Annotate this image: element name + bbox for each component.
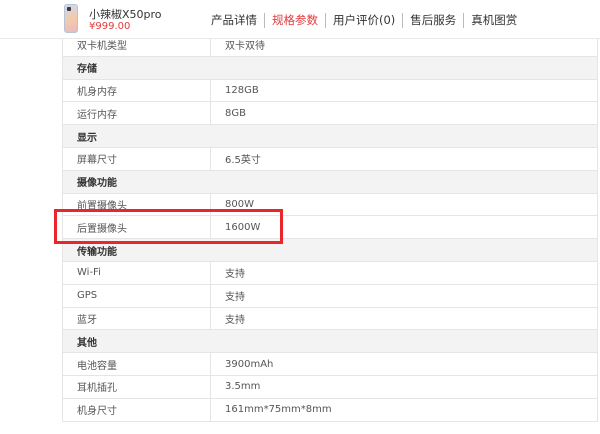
spec-section-title: 摄像功能	[62, 169, 598, 194]
spec-key: 耳机插孔	[62, 374, 211, 399]
spec-key: 运行内存	[62, 101, 211, 126]
spec-key: 蓝牙	[62, 306, 211, 331]
tab-product-details[interactable]: 产品详情	[205, 13, 264, 28]
spec-section-header: 传输功能	[62, 238, 598, 262]
spec-key: 机身内存	[62, 78, 211, 103]
spec-section-title: 存储	[62, 55, 598, 80]
spec-row: 屏幕尺寸 6.5英寸	[62, 146, 598, 171]
tab-real-photos[interactable]: 真机图赏	[463, 12, 524, 28]
spec-value: 3.5mm	[210, 374, 598, 399]
spec-row: Wi-Fi 支持	[62, 260, 598, 285]
spec-value: 128GB	[210, 78, 598, 103]
tab-specifications[interactable]: 规格参数	[264, 12, 325, 28]
spec-row: GPS 支持	[62, 283, 598, 308]
tab-after-sales[interactable]: 售后服务	[402, 12, 463, 28]
spec-key: 前置摄像头	[62, 192, 211, 217]
spec-section-header: 其他	[62, 329, 598, 354]
spec-value: 支持	[210, 283, 598, 308]
spec-key: 机身尺寸	[62, 397, 211, 422]
product-thumbnail[interactable]	[64, 4, 78, 33]
spec-section-header: 存储	[62, 55, 598, 80]
product-header: 小辣椒X50pro ¥999.00 产品详情 规格参数 用户评价(0) 售后服务…	[0, 0, 600, 39]
spec-value: 800W	[210, 192, 598, 217]
spec-section-header: 显示	[62, 124, 598, 148]
spec-value: 支持	[210, 260, 598, 285]
spec-row: 蓝牙 支持	[62, 306, 598, 331]
spec-key: GPS	[62, 283, 211, 308]
spec-value: 6.5英寸	[210, 146, 598, 171]
spec-key: 屏幕尺寸	[62, 146, 211, 171]
spec-row: 前置摄像头 800W	[62, 192, 598, 217]
spec-row: 机身尺寸 161mm*75mm*8mm	[62, 397, 598, 422]
spec-table: 双卡机类型 双卡双待 存储 机身内存 128GB 运行内存 8GB 显示 屏幕尺寸 6.5英寸 摄像…	[62, 33, 598, 422]
spec-value: 161mm*75mm*8mm	[210, 397, 598, 422]
spec-key: 电池容量	[62, 352, 211, 376]
spec-value: 8GB	[210, 101, 598, 126]
product-nav-tabs: 产品详情 规格参数 用户评价(0) 售后服务 真机图赏	[205, 12, 524, 28]
product-name[interactable]: 小辣椒X50pro	[89, 6, 162, 22]
spec-value: 支持	[210, 306, 598, 331]
spec-key: 后置摄像头	[62, 215, 211, 240]
spec-row: 耳机插孔 3.5mm	[62, 374, 598, 399]
spec-value: 1600W	[210, 215, 598, 240]
spec-section-header: 摄像功能	[62, 169, 598, 194]
spec-key: Wi-Fi	[62, 260, 211, 285]
spec-section-title: 其他	[62, 329, 598, 354]
spec-section-title: 传输功能	[62, 238, 598, 262]
spec-row: 机身内存 128GB	[62, 78, 598, 103]
spec-section-title: 显示	[62, 124, 598, 148]
product-price: ¥999.00	[89, 21, 131, 32]
spec-row: 后置摄像头 1600W	[62, 215, 598, 240]
spec-row: 运行内存 8GB	[62, 101, 598, 126]
spec-value: 3900mAh	[210, 352, 598, 376]
spec-row: 电池容量 3900mAh	[62, 352, 598, 376]
tab-user-reviews[interactable]: 用户评价(0)	[325, 12, 402, 28]
